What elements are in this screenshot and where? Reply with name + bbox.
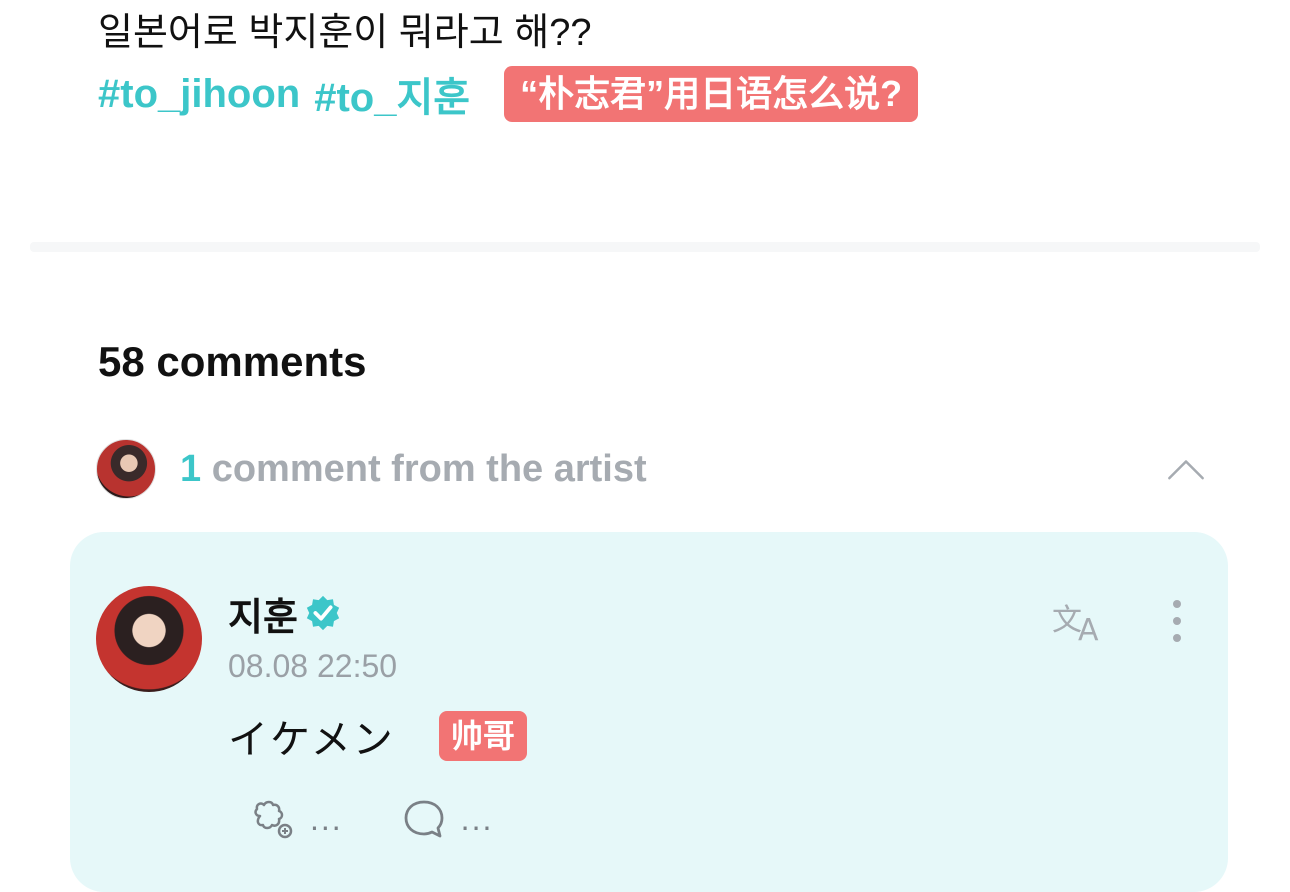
- section-divider: [30, 242, 1260, 252]
- reply-bubble-icon: [404, 800, 444, 838]
- artist-comments-toggle[interactable]: 1 comment from the artist: [96, 438, 1206, 500]
- post-text: 일본어로 박지훈이 뭐라고 해??: [98, 12, 592, 54]
- comment-actions: ... ...: [250, 794, 551, 844]
- comment-caption-badge: 帅哥: [438, 711, 527, 761]
- comment-timestamp: 08.08 22:50: [228, 648, 398, 684]
- hashtag-to-jihoon-korean[interactable]: #to_지훈: [314, 65, 470, 123]
- author-avatar[interactable]: [96, 586, 202, 692]
- comment-count: 58 comments: [98, 338, 367, 385]
- verified-badge-icon: [306, 595, 340, 631]
- caption-badge: “朴志君”用日语怎么说?: [504, 66, 919, 122]
- reaction-icon: [254, 800, 293, 839]
- more-vertical-icon[interactable]: [1162, 596, 1192, 646]
- reaction-button[interactable]: ...: [250, 796, 343, 842]
- hashtag-to-jihoon[interactable]: #to_jihoon: [98, 72, 300, 117]
- reply-button[interactable]: ...: [401, 796, 494, 842]
- artist-comment-label: comment from the artist: [201, 447, 647, 490]
- comment-body: イケメン 帅哥: [228, 708, 527, 764]
- artist-avatar: [96, 439, 156, 499]
- reaction-count: ...: [310, 800, 343, 837]
- svg-text:A: A: [1078, 613, 1099, 644]
- translate-icon[interactable]: 文 A: [1050, 598, 1110, 644]
- author-name[interactable]: 지훈: [228, 586, 298, 641]
- artist-comment-count: 1: [180, 447, 202, 490]
- hashtag-row: #to_jihoon #to_지훈 “朴志君”用日语怎么说?: [98, 64, 919, 124]
- chevron-up-icon[interactable]: [1166, 449, 1206, 489]
- artist-comment-summary: 1 comment from the artist: [180, 448, 647, 491]
- author-row: 지훈: [228, 586, 342, 641]
- artist-comment-card: 지훈 08.08 22:50 イケメン 帅哥 文 A ... ...: [70, 532, 1228, 892]
- reply-count: ...: [460, 800, 494, 837]
- comment-text: イケメン: [228, 718, 395, 762]
